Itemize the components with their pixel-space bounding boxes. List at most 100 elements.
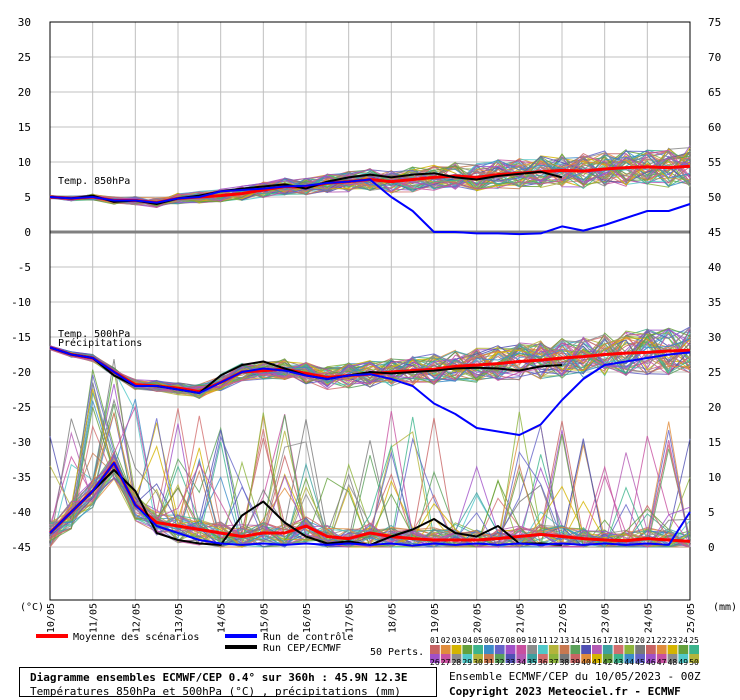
legend-member-bottom: 45 — [635, 658, 645, 667]
legend-member-top: 08 — [506, 636, 516, 645]
y-tick-right: 50 — [708, 191, 721, 204]
y-tick-left: 30 — [18, 16, 31, 29]
legend-member-bottom: 46 — [646, 658, 656, 667]
x-tick: 11/05 — [89, 603, 100, 633]
y-tick-left: -5 — [18, 261, 31, 274]
legend-member-bottom: 34 — [516, 658, 526, 667]
chart-title: Diagramme ensembles ECMWF/CEP 0.4° sur 3… — [30, 671, 408, 684]
y-tick-left: -20 — [11, 366, 31, 379]
y-axis-label-right: (mm) — [713, 602, 737, 613]
legend-member-swatch — [440, 645, 451, 654]
legend-member-swatch — [689, 645, 699, 654]
legend-member-bottom: 50 — [689, 658, 699, 667]
legend-member-swatch — [473, 645, 483, 654]
legend-member-bottom: 41 — [592, 658, 602, 667]
y-tick-right: 75 — [708, 16, 721, 29]
y-tick-right: 25 — [708, 366, 721, 379]
legend-member-top: 17 — [603, 636, 613, 645]
x-tick: 10/05 — [46, 603, 57, 633]
legend-member-swatch — [559, 645, 570, 654]
legend-member-swatch — [613, 645, 624, 654]
legend-member-top: 14 — [570, 636, 580, 645]
legend-member-top: 22 — [657, 636, 667, 645]
x-tick: 20/05 — [473, 603, 484, 633]
legend-member-bottom: 43 — [614, 658, 624, 667]
legend-member-swatch — [602, 645, 613, 654]
legend-member-swatch — [635, 645, 645, 654]
y-tick-left: -15 — [11, 331, 31, 344]
legend-member-top: 19 — [624, 636, 634, 645]
legend-member-bottom: 32 — [495, 658, 505, 667]
x-tick: 12/05 — [131, 603, 142, 633]
y-tick-left: 10 — [18, 156, 31, 169]
x-tick: 17/05 — [345, 603, 356, 633]
legend-member-swatch — [484, 645, 494, 654]
legend-member-top: 23 — [668, 636, 678, 645]
legend-member-top: 01 — [430, 636, 440, 645]
legend-member-bottom: 29 — [462, 658, 472, 667]
y-tick-right: 70 — [708, 51, 721, 64]
legend-member-swatch — [538, 645, 548, 654]
legend-member-bottom: 26 — [430, 658, 440, 667]
legend-member-swatch — [667, 645, 678, 654]
legend-member-bottom: 39 — [570, 658, 580, 667]
y-tick-left: -10 — [11, 296, 31, 309]
legend-member-top: 15 — [581, 636, 591, 645]
x-tick: 24/05 — [643, 603, 654, 633]
y-tick-right: 55 — [708, 156, 721, 169]
legend-member-top: 25 — [689, 636, 699, 645]
legend-member-bottom: 40 — [581, 658, 591, 667]
legend-member-bottom: 47 — [657, 658, 667, 667]
x-tick: 19/05 — [430, 603, 441, 633]
y-tick-right: 40 — [708, 261, 721, 274]
source-label: Ensemble ECMWF/CEP du 10/05/2023 - 00Z — [449, 670, 701, 683]
x-tick: 15/05 — [259, 603, 270, 633]
legend-member-top: 21 — [646, 636, 656, 645]
y-tick-left: -30 — [11, 436, 31, 449]
x-tick: 23/05 — [601, 603, 612, 633]
x-tick: 13/05 — [174, 603, 185, 633]
legend-member-bottom: 49 — [678, 658, 688, 667]
legend-member-swatch — [527, 645, 537, 654]
legend-member-bottom: 35 — [527, 658, 537, 667]
chart-subtitle: Températures 850hPa et 500hPa (°C) , pré… — [30, 685, 401, 698]
y-tick-left: 25 — [18, 51, 31, 64]
legend-member-top: 20 — [635, 636, 645, 645]
legend-member-bottom: 36 — [538, 658, 548, 667]
legend-member-swatch — [624, 645, 635, 654]
copyright-label: Copyright 2023 Meteociel.fr - ECMWF — [449, 685, 681, 698]
legend-label-oper: Run CEP/ECMWF — [263, 643, 341, 654]
legend-member-swatch — [646, 645, 656, 654]
legend-member-top: 07 — [495, 636, 505, 645]
x-tick: 22/05 — [558, 603, 569, 633]
x-tick: 21/05 — [515, 603, 526, 633]
legend-label-control: Run de contrôle — [263, 631, 353, 643]
legend-member-top: 09 — [516, 636, 526, 645]
legend-member-bottom: 33 — [506, 658, 516, 667]
legend-member-bottom: 30 — [473, 658, 483, 667]
legend-member-swatch — [678, 645, 689, 654]
ensemble-chart: 30 25 20 15 10 50 -5 -10 -15 -20 -25 -30 -35 -40 -45 75… — [0, 0, 740, 700]
x-tick: 16/05 — [302, 603, 313, 633]
legend-member-swatch — [494, 645, 505, 654]
annotation-precip: Précipitations — [58, 337, 142, 349]
legend-member-bottom: 48 — [668, 658, 678, 667]
y-tick-left: -25 — [11, 401, 31, 414]
legend-member-top: 03 — [452, 636, 462, 645]
legend-member-bottom: 37 — [549, 658, 559, 667]
y-tick-left: -45 — [11, 541, 31, 554]
y-tick-left: 5 — [24, 191, 31, 204]
legend-member-top: 16 — [592, 636, 602, 645]
legend-member-top: 13 — [560, 636, 570, 645]
annotation-t850: Temp. 850hPa — [58, 176, 130, 187]
y-tick-left: 15 — [18, 121, 31, 134]
x-tick: 14/05 — [217, 603, 228, 633]
legend-member-swatch — [592, 645, 602, 654]
y-tick-left: -40 — [11, 506, 31, 519]
legend-member-top: 06 — [484, 636, 494, 645]
y-tick-left: -35 — [11, 471, 31, 484]
legend-member-bottom: 38 — [560, 658, 570, 667]
y-tick-right: 15 — [708, 436, 721, 449]
y-tick-right: 60 — [708, 121, 721, 134]
legend-member-bottom: 42 — [603, 658, 613, 667]
